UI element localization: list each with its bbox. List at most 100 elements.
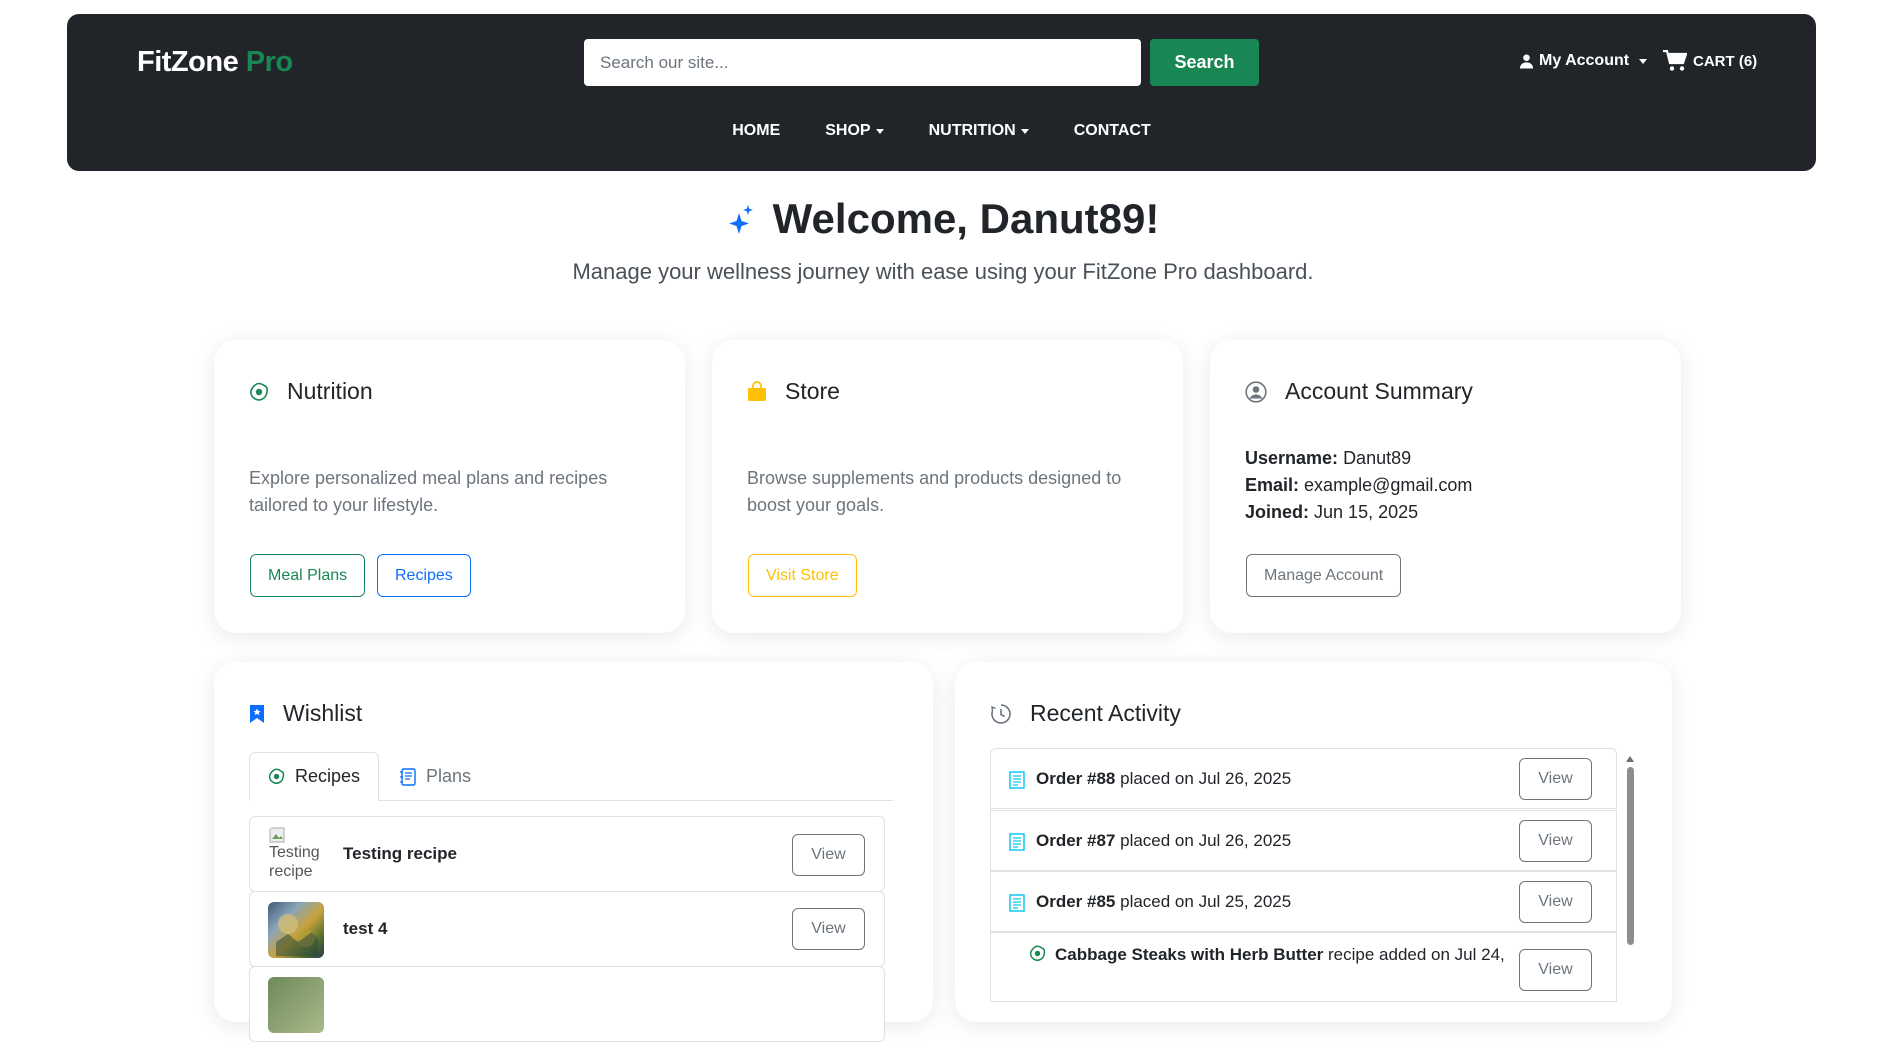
brand-accent: Pro: [238, 46, 293, 78]
nutrition-card: Nutrition Explore personalized meal plan…: [214, 340, 685, 633]
cart-label: CART (6): [1693, 52, 1758, 70]
store-description: Browse supplements and products designed…: [747, 468, 1122, 515]
my-account-dropdown[interactable]: My Account: [1519, 52, 1648, 70]
email-row: Email: example@gmail.com: [1245, 472, 1472, 499]
nav-nutrition[interactable]: NUTRITION: [929, 122, 1029, 140]
view-button[interactable]: View: [792, 908, 865, 950]
activity-detail: recipe added on Jul 24,: [1323, 945, 1505, 964]
user-icon: [1519, 54, 1534, 69]
main-nav: HOME SHOP NUTRITION CONTACT: [67, 122, 1816, 140]
wishlist-item: Testing recipe Testing recipe View: [249, 816, 885, 892]
shopping-bag-icon: [748, 381, 766, 401]
person-circle-icon: [1245, 380, 1267, 403]
store-card-title: Store: [747, 378, 840, 405]
nutrition-card-title: Nutrition: [249, 378, 373, 405]
tab-recipes[interactable]: Recipes: [249, 752, 380, 801]
recipe-thumbnail-broken: Testing recipe: [268, 827, 324, 883]
activity-text: Order #85 placed on Jul 25, 2025: [1036, 892, 1291, 912]
nav-shop-label: SHOP: [825, 122, 871, 139]
thumbnail-alt-text: Testing recipe: [269, 844, 320, 880]
receipt-icon: [1009, 833, 1025, 851]
egg-fried-icon: [250, 382, 268, 401]
nutrition-description: Explore personalized meal plans and reci…: [249, 468, 608, 515]
clock-history-icon: [991, 703, 1011, 724]
top-navbar: FitZone Pro Search My Account CART (6) H…: [67, 14, 1816, 171]
wishlist-card-title: Wishlist: [249, 700, 362, 727]
manage-account-button[interactable]: Manage Account: [1246, 554, 1402, 597]
recent-activity-card: Recent Activity Order #88 placed on Jul …: [955, 662, 1672, 1022]
chevron-down-icon: [875, 128, 884, 134]
nav-nutrition-label: NUTRITION: [928, 122, 1016, 139]
activity-scrollbar[interactable]: [1627, 767, 1634, 945]
nav-contact-label: CONTACT: [1073, 122, 1151, 139]
tab-recipes-label: Recipes: [295, 766, 361, 786]
wishlist-title: Wishlist: [283, 700, 363, 726]
joined-value: Jun 15, 2025: [1314, 502, 1419, 522]
recipes-button[interactable]: Recipes: [377, 554, 471, 597]
activity-item: Cabbage Steaks with Herb Butter recipe a…: [990, 932, 1617, 1002]
activity-item: Order #88 placed on Jul 26, 2025 View: [990, 748, 1617, 809]
broken-image-icon: [269, 827, 285, 843]
recipe-thumbnail: [268, 902, 324, 958]
activity-text: Order #87 placed on Jul 26, 2025: [1036, 831, 1291, 851]
egg-fried-icon: [268, 768, 285, 784]
view-button[interactable]: View: [1519, 758, 1592, 800]
activity-title: Recent Activity: [1030, 700, 1181, 726]
wishlist-item: [249, 966, 885, 1042]
username-row: Username: Danut89: [1245, 445, 1472, 472]
scroll-up-arrow[interactable]: [1626, 756, 1634, 762]
nutrition-title: Nutrition: [287, 378, 373, 404]
activity-text: Cabbage Steaks with Herb Butter recipe a…: [1055, 945, 1505, 965]
username-label: Username:: [1245, 448, 1339, 468]
view-button[interactable]: View: [1519, 949, 1592, 991]
nav-shop[interactable]: SHOP: [825, 122, 884, 140]
chevron-down-icon: [1639, 58, 1648, 64]
activity-detail: placed on Jul 25, 2025: [1115, 892, 1292, 911]
nav-home-label: HOME: [732, 122, 781, 139]
cart-link[interactable]: CART (6): [1663, 50, 1757, 72]
brand-logo[interactable]: FitZone Pro: [137, 46, 293, 79]
welcome-heading: Welcome, Danut89!: [727, 195, 1160, 243]
welcome-section: Welcome, Danut89! Manage your wellness j…: [0, 195, 1886, 285]
email-value: example@gmail.com: [1304, 475, 1473, 495]
account-summary-card: Account Summary Username: Danut89 Email:…: [1210, 340, 1681, 633]
tab-plans[interactable]: Plans: [382, 752, 489, 801]
egg-fried-icon: [1029, 945, 1046, 961]
brand-name: FitZone: [137, 46, 239, 78]
account-title: Account Summary: [1285, 378, 1473, 404]
activity-order-number: Order #85: [1036, 892, 1116, 911]
activity-detail: placed on Jul 26, 2025: [1115, 831, 1292, 850]
activity-order-number: Order #88: [1036, 769, 1116, 788]
activity-recipe-name: Cabbage Steaks with Herb Butter: [1055, 945, 1324, 964]
activity-detail: placed on Jul 26, 2025: [1115, 769, 1292, 788]
food-photo-icon: [276, 914, 318, 956]
activity-order-number: Order #87: [1036, 831, 1116, 850]
my-account-label: My Account: [1539, 52, 1630, 69]
view-button[interactable]: View: [792, 834, 865, 876]
view-button[interactable]: View: [1519, 881, 1592, 923]
username-value: Danut89: [1343, 448, 1412, 468]
joined-row: Joined: Jun 15, 2025: [1245, 499, 1472, 526]
sparkles-icon: [728, 205, 753, 234]
visit-store-button[interactable]: Visit Store: [748, 554, 857, 597]
wishlist-item-name: test 4: [343, 919, 388, 938]
wishlist-tabs: Recipes Plans: [249, 752, 893, 801]
activity-item: Order #85 placed on Jul 25, 2025 View: [990, 871, 1617, 932]
chevron-down-icon: [1020, 128, 1029, 134]
activity-item: Order #87 placed on Jul 26, 2025 View: [990, 810, 1617, 871]
meal-plans-button[interactable]: Meal Plans: [250, 554, 366, 597]
store-card: Store Browse supplements and products de…: [712, 340, 1183, 633]
search-button[interactable]: Search: [1150, 39, 1259, 86]
view-button[interactable]: View: [1519, 820, 1592, 862]
wishlist-item-name: Testing recipe: [343, 844, 457, 863]
nav-home[interactable]: HOME: [732, 122, 780, 140]
cart-icon: [1663, 50, 1687, 71]
nav-contact[interactable]: CONTACT: [1074, 122, 1151, 140]
wishlist-card: Wishlist Recipes Plans Testing recipe Te…: [214, 662, 933, 1042]
welcome-title: Welcome, Danut89!: [772, 195, 1160, 242]
store-title: Store: [785, 378, 840, 404]
recipe-thumbnail: [268, 977, 324, 1033]
joined-label: Joined:: [1245, 502, 1310, 522]
receipt-icon: [1009, 894, 1025, 912]
search-input[interactable]: [584, 39, 1141, 86]
